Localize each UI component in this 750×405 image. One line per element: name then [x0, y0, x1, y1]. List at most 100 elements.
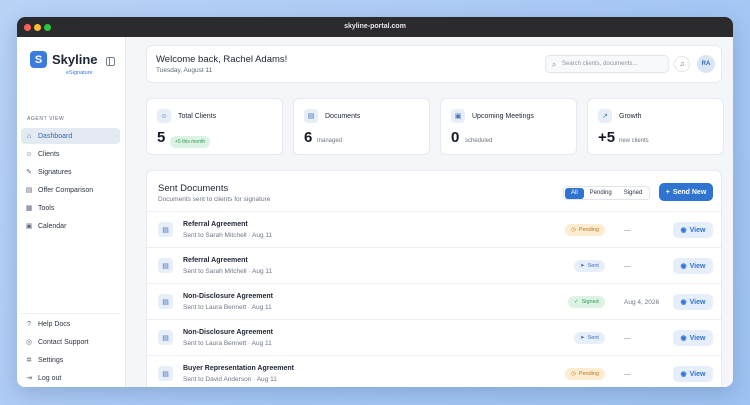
tools-icon: ▦: [25, 205, 33, 212]
growth-badge: +5 this month: [170, 136, 211, 148]
sidebar-item-signatures[interactable]: ✎ Signatures: [21, 164, 120, 180]
sidebar-item-label: Settings: [38, 356, 64, 364]
trend-up-icon: ↗: [598, 109, 612, 123]
view-label: View: [689, 262, 706, 270]
plus-icon: +: [665, 188, 670, 196]
brand[interactable]: S Skyline: [30, 51, 98, 68]
sidebar-item-offer-comparison[interactable]: ▤ Offer Comparison: [21, 182, 120, 198]
document-recipient: Sent to David Anderson · Aug 11: [183, 376, 277, 383]
status-badge: ◷ Pending: [565, 368, 605, 380]
sidebar: S Skyline eSignature AGENT VIEW ⌂ Dashboa…: [17, 37, 126, 387]
status-label: Sent: [587, 335, 599, 341]
title-bar: skyline-portal.com: [17, 17, 733, 37]
document-name: Referral Agreement: [183, 257, 248, 264]
sidebar-item-dashboard[interactable]: ⌂ Dashboard: [21, 128, 120, 144]
send-new-label: Send New: [672, 188, 707, 196]
status-badge: ➤ Sent: [574, 260, 605, 272]
logo-icon: S: [30, 51, 47, 68]
status-badge: ◷ Pending: [565, 224, 605, 236]
status-label: Sent: [587, 263, 599, 269]
document-icon: ▤: [158, 294, 173, 309]
signed-date: —: [624, 335, 631, 342]
sidebar-item-label: Tools: [38, 204, 55, 212]
signed-date: —: [624, 371, 631, 378]
sidebar-item-label: Clients: [38, 150, 60, 158]
signed-date: Aug 4, 2026: [624, 299, 660, 306]
search-placeholder: Search clients, documents...: [562, 61, 638, 67]
document-icon: ▤: [158, 330, 173, 345]
sidebar-item-label: Calendar: [38, 222, 67, 230]
document-recipient: Sent to Sarah Mitchell · Aug 11: [183, 268, 273, 275]
view-button[interactable]: ◉ View: [673, 294, 713, 310]
stat-label: Documents: [325, 113, 361, 120]
stat-label: Upcoming Meetings: [472, 113, 534, 120]
view-label: View: [689, 298, 706, 306]
filter-pending[interactable]: Pending: [584, 188, 618, 199]
users-icon: ☺: [25, 150, 33, 158]
signed-date: —: [624, 227, 631, 234]
brand-name: Skyline: [52, 52, 98, 67]
signed-date: —: [624, 263, 631, 270]
search-input[interactable]: ⌕ Search clients, documents...: [545, 55, 669, 73]
status-label: Pending: [578, 371, 599, 377]
table-row: ▤ Non-Disclosure Agreement Sent to Laura…: [147, 319, 721, 355]
welcome-header: Welcome back, Rachel Adams! Tuesday, Aug…: [146, 45, 722, 83]
brand-subtitle: eSignature: [66, 70, 93, 76]
sidebar-item-label: Signatures: [38, 168, 72, 176]
main-content: Welcome back, Rachel Adams! Tuesday, Aug…: [126, 37, 733, 387]
send-new-button[interactable]: + Send New: [659, 183, 713, 201]
calendar-icon: ▣: [451, 109, 465, 123]
sidebar-item-calendar[interactable]: ▣ Calendar: [21, 218, 120, 234]
view-button[interactable]: ◉ View: [673, 258, 713, 274]
status-badge: ✓ Signed: [568, 296, 605, 308]
view-label: View: [689, 334, 706, 342]
clock-icon: ◷: [571, 227, 576, 233]
filter-all[interactable]: All: [565, 187, 584, 199]
view-button[interactable]: ◉ View: [673, 366, 713, 382]
notifications-bell-icon[interactable]: ♫: [674, 56, 690, 72]
section-title: Sent Documents: [158, 183, 229, 194]
document-icon: ▤: [158, 222, 173, 237]
view-button[interactable]: ◉ View: [673, 222, 713, 238]
sidebar-collapse-icon[interactable]: [106, 57, 115, 66]
avatar[interactable]: RA: [697, 55, 715, 73]
section-subtitle: Documents sent to clients for signature: [158, 196, 271, 203]
eye-icon: ◉: [680, 371, 687, 378]
signature-icon: ✎: [26, 169, 32, 176]
stat-sublabel: new clients: [619, 138, 649, 144]
view-label: View: [689, 226, 706, 234]
filter-signed[interactable]: Signed: [618, 188, 649, 199]
document-recipient: Sent to Laura Bennett · Aug 11: [183, 340, 272, 347]
stat-value: +5: [598, 129, 616, 146]
clock-icon: ◷: [571, 371, 576, 377]
send-icon: ➤: [580, 335, 585, 341]
table-row: ▤ Referral Agreement Sent to Sarah Mitch…: [147, 247, 721, 283]
send-icon: ➤: [580, 263, 585, 269]
status-label: Pending: [578, 227, 599, 233]
eye-icon: ◉: [680, 299, 687, 306]
eye-icon: ◉: [680, 263, 687, 270]
table-row: ▤ Buyer Representation Agreement Sent to…: [147, 355, 721, 387]
stat-value: 0: [451, 129, 460, 146]
sidebar-item-label: Log out: [38, 374, 62, 382]
document-recipient: Sent to Sarah Mitchell · Aug 11: [183, 232, 273, 239]
document-recipient: Sent to Laura Bennett · Aug 11: [183, 304, 272, 311]
sidebar-item-label: Offer Comparison: [38, 186, 94, 194]
support-icon: ◎: [25, 339, 33, 346]
sidebar-item-settings[interactable]: ✲ Settings: [21, 352, 120, 368]
stat-sublabel: scheduled: [465, 138, 493, 144]
sidebar-item-log-out[interactable]: ⇥ Log out: [21, 370, 120, 386]
help-icon: ?: [27, 320, 31, 328]
browser-window: skyline-portal.com S Skyline eSignature …: [17, 17, 733, 387]
view-button[interactable]: ◉ View: [673, 330, 713, 346]
document-name: Buyer Representation Agreement: [183, 365, 294, 372]
sidebar-item-help-docs[interactable]: ? Help Docs: [21, 316, 120, 332]
sidebar-item-clients[interactable]: ☺ Clients: [21, 146, 120, 162]
status-badge: ➤ Sent: [574, 332, 605, 344]
stat-label: Growth: [619, 113, 642, 120]
stat-label: Total Clients: [178, 113, 217, 120]
sidebar-item-tools[interactable]: ▦ Tools: [21, 200, 120, 216]
status-label: Signed: [581, 299, 599, 305]
sidebar-item-contact-support[interactable]: ◎ Contact Support: [21, 334, 120, 350]
eye-icon: ◉: [680, 335, 687, 342]
